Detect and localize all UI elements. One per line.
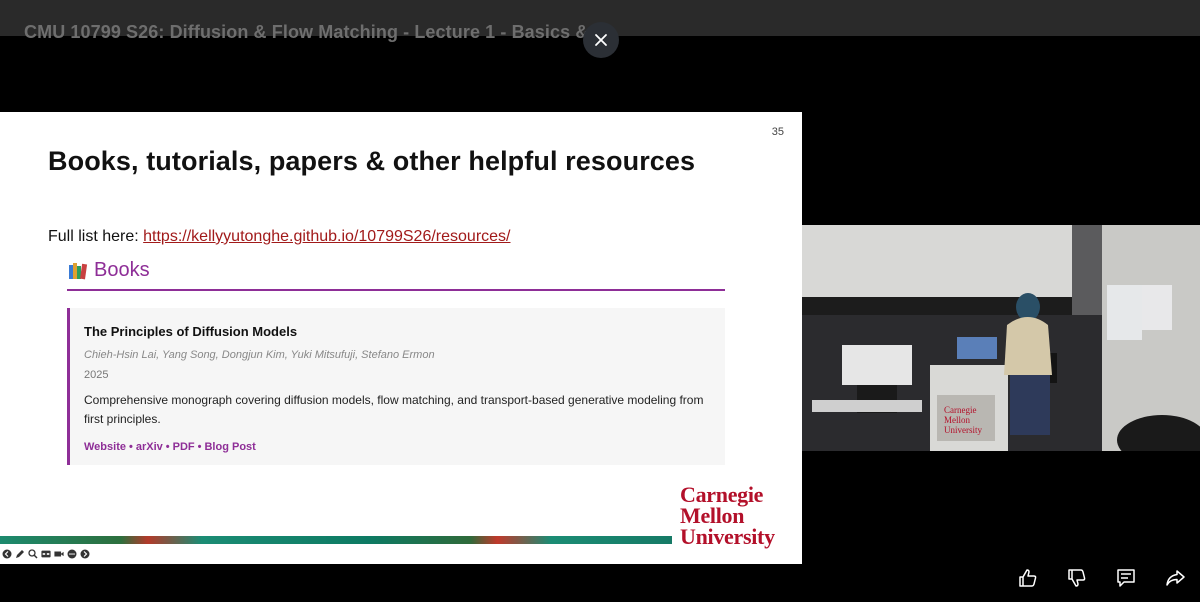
logo-line: Carnegie xyxy=(680,482,764,507)
svg-text:University: University xyxy=(944,425,982,435)
slide-footer-bar xyxy=(0,536,672,544)
resources-link[interactable]: https://kellyyutonghe.github.io/10799S26… xyxy=(143,228,510,245)
book-authors: Chieh-Hsin Lai, Yang Song, Dongjun Kim, … xyxy=(84,349,435,361)
books-heading-label: Books xyxy=(94,259,150,281)
logo-line: University xyxy=(680,524,775,549)
book-title: The Principles of Diffusion Models xyxy=(84,324,298,339)
lecture-room-image: Carnegie Mellon University xyxy=(802,225,1200,451)
cmu-logo: Carnegie Mellon University xyxy=(680,482,775,549)
book-link-arxiv[interactable]: arXiv xyxy=(136,441,163,453)
full-list-label: Full list here: xyxy=(48,228,144,245)
next-icon[interactable] xyxy=(80,549,90,559)
book-link-website[interactable]: Website xyxy=(84,441,126,453)
slide-number: 35 xyxy=(771,126,784,138)
thumbs-up-icon[interactable] xyxy=(1016,566,1040,590)
share-icon[interactable] xyxy=(1163,566,1187,590)
pen-icon[interactable] xyxy=(15,549,25,559)
link-separator: • xyxy=(128,441,133,453)
svg-text:Mellon: Mellon xyxy=(944,415,970,425)
camera-icon[interactable] xyxy=(54,549,64,559)
close-button[interactable] xyxy=(583,22,619,58)
prev-icon[interactable] xyxy=(2,549,12,559)
link-separator: • xyxy=(197,441,202,453)
speaker-video: Carnegie Mellon University xyxy=(802,225,1200,451)
book-card: The Principles of Diffusion Models Chieh… xyxy=(67,308,725,465)
captions-icon[interactable] xyxy=(41,549,51,559)
book-link-blog-post[interactable]: Blog Post xyxy=(204,441,255,453)
close-icon xyxy=(595,34,607,46)
books-divider xyxy=(67,289,725,291)
zoom-icon[interactable] xyxy=(28,549,38,559)
slide-title: Books, tutorials, papers & other helpful… xyxy=(48,146,696,176)
link-separator: • xyxy=(165,441,170,453)
comment-icon[interactable] xyxy=(1114,566,1138,590)
full-list-line: Full list here: https://kellyyutonghe.gi… xyxy=(48,228,511,246)
book-link-pdf[interactable]: PDF xyxy=(173,441,195,453)
book-links: Website • arXiv • PDF • Blog Post xyxy=(84,441,711,453)
more-icon[interactable] xyxy=(67,549,77,559)
logo-line: Mellon xyxy=(680,503,745,528)
slide-controls xyxy=(2,549,90,559)
book-year: 2025 xyxy=(84,369,109,381)
presentation-slide: 35 Books, tutorials, papers & other help… xyxy=(0,112,802,564)
svg-text:Carnegie: Carnegie xyxy=(944,405,976,415)
books-icon xyxy=(69,262,88,279)
video-title: CMU 10799 S26: Diffusion & Flow Matching… xyxy=(24,22,609,42)
books-heading: Books xyxy=(68,259,150,282)
book-description: Comprehensive monograph covering diffusi… xyxy=(84,393,704,426)
thumbs-down-icon[interactable] xyxy=(1065,566,1089,590)
video-actions xyxy=(1016,566,1187,590)
